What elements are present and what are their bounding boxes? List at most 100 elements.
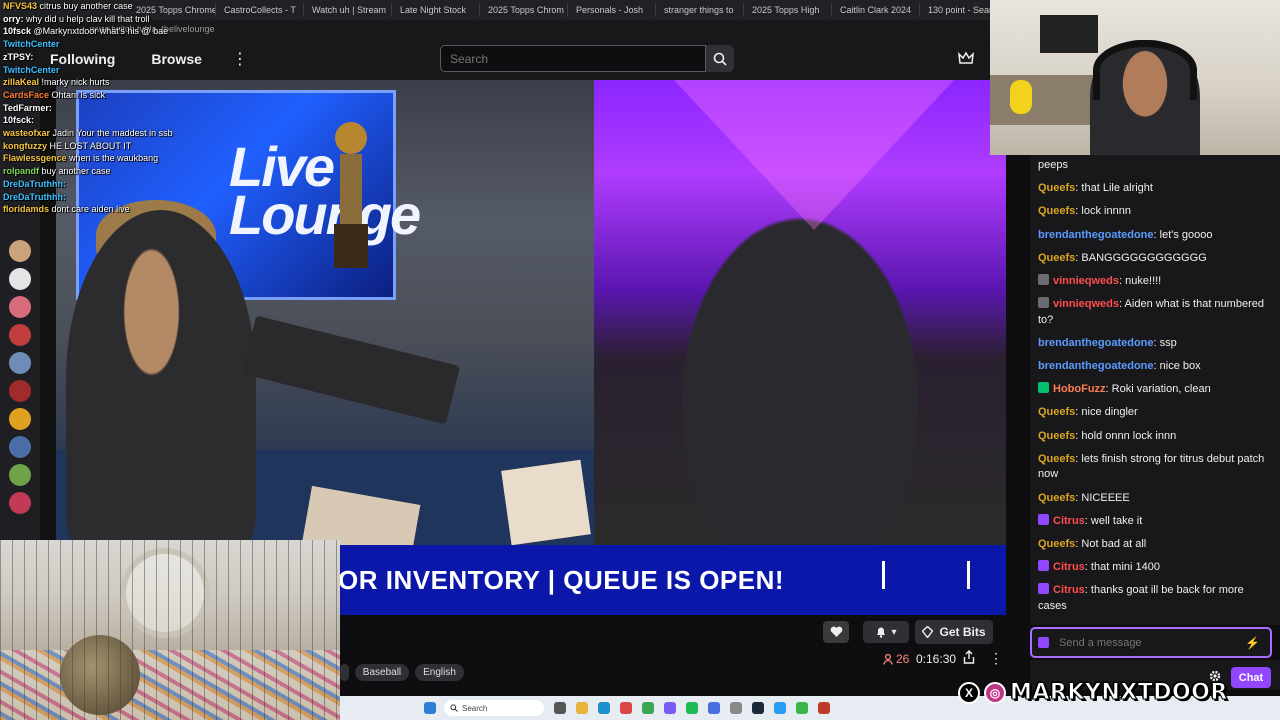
wall-tv	[1040, 15, 1098, 53]
app-icon[interactable]	[708, 702, 720, 714]
channel-avatar[interactable]	[9, 408, 31, 430]
chat-message: Queefs: that Lile alright	[1038, 182, 1153, 195]
overlay-chat-text: @Markynxtdoor what's his @ bae	[33, 26, 169, 37]
ticker-divider	[882, 561, 885, 589]
chat-username[interactable]: vinnieqweds	[1053, 275, 1119, 287]
browser-tab[interactable]: Personals - Josh	[570, 3, 656, 17]
follow-button[interactable]	[823, 621, 849, 643]
chat-message: Queefs: nice dingler	[1038, 406, 1138, 419]
overlay-chat-line: TwitchCenter	[3, 38, 180, 51]
chat-username[interactable]: Queefs	[1038, 538, 1075, 550]
overlay-chat-text: !marky nick hurts	[41, 77, 110, 88]
tag-chip[interactable]: English	[415, 664, 464, 681]
app-icon[interactable]	[796, 702, 808, 714]
chat-message-text: nice dingler	[1081, 406, 1138, 419]
emote-picker-icon[interactable]: ⚡	[1245, 636, 1260, 650]
overlay-chat-line: NFVS43 citrus buy another case	[3, 0, 180, 13]
channel-avatar[interactable]	[9, 436, 31, 458]
search-input[interactable]	[440, 45, 706, 72]
chat-username[interactable]: brendanthegoatedone	[1038, 337, 1154, 349]
search-button[interactable]	[706, 45, 734, 72]
chat-input-box[interactable]: ⚡	[1030, 627, 1272, 658]
channel-avatar[interactable]	[9, 268, 31, 290]
browser-tab[interactable]: CastroCollects - T	[218, 3, 304, 17]
cage-bars	[0, 540, 340, 720]
steam-icon[interactable]	[752, 702, 764, 714]
browser-tab[interactable]: 2025 Topps Chrom	[482, 3, 568, 17]
file-explorer-icon[interactable]	[576, 702, 588, 714]
task-view-icon[interactable]	[554, 702, 566, 714]
channel-avatar[interactable]	[9, 464, 31, 486]
tag-chip[interactable]: Baseball	[354, 664, 410, 681]
edge-icon[interactable]	[598, 702, 610, 714]
overlay-chat-line: floridamds dont care aiden live	[3, 203, 180, 216]
minion-figure	[1010, 80, 1032, 114]
overlay-chat-text: buy another case	[41, 166, 111, 177]
chat-username[interactable]: Queefs	[1038, 453, 1075, 465]
browser-tab[interactable]: Late Night Stock	[394, 3, 480, 17]
windows-start-icon[interactable]	[424, 702, 436, 714]
chat-message-input[interactable]	[1059, 636, 1239, 649]
chat-panel: peeps Queefs: that Lile alright Queefs: lo…	[1030, 155, 1280, 625]
chat-username[interactable]: brendanthegoatedone	[1038, 229, 1154, 241]
taskbar-search-label: Search	[462, 703, 488, 713]
chat-username[interactable]: brendanthegoatedone	[1038, 360, 1154, 372]
notifications-button[interactable]: ▾	[863, 621, 909, 643]
chat-username[interactable]: Queefs	[1038, 406, 1075, 418]
chat-message: Citrus: well take it	[1030, 513, 1280, 530]
chat-username[interactable]: Queefs	[1038, 430, 1075, 442]
overlay-chat-username: TedFarmer:	[3, 102, 52, 113]
prime-crown-icon[interactable]	[958, 51, 974, 65]
overlay-chat-username: DreDaTruthhh:	[3, 191, 66, 202]
browser-tab[interactable]: Watch uh | Stream	[306, 3, 392, 17]
channel-avatar[interactable]	[9, 296, 31, 318]
more-actions-icon[interactable]: ⋮	[989, 650, 1003, 667]
taskbar-search[interactable]: Search	[444, 700, 544, 716]
overlay-chat-line: 10fsck @Markynxtdoor what's his @ bae	[3, 25, 180, 38]
spotify-icon[interactable]	[686, 702, 698, 714]
chat-username[interactable]: Queefs	[1038, 252, 1075, 264]
overlay-chat-username: TwitchCenter	[3, 64, 60, 75]
app-icon[interactable]	[774, 702, 786, 714]
chat-username[interactable]: HoboFuzz	[1053, 383, 1106, 395]
overlay-chat-line: zTPSY:	[3, 51, 180, 64]
stream-tags: Baseball English	[340, 664, 464, 681]
channel-avatar[interactable]	[9, 240, 31, 262]
overlay-chat-line: 10fsck:	[3, 114, 180, 127]
chat-badge-icon	[1038, 273, 1049, 285]
get-bits-button[interactable]: Get Bits	[915, 620, 993, 644]
chat-username[interactable]: Citrus	[1053, 561, 1085, 573]
chat-message: peeps	[1030, 158, 1280, 174]
channel-avatar[interactable]	[9, 492, 31, 514]
app-icon[interactable]	[664, 702, 676, 714]
share-icon[interactable]	[963, 650, 975, 664]
chrome-icon[interactable]	[642, 702, 654, 714]
app-icon[interactable]	[818, 702, 830, 714]
chat-username[interactable]: Queefs	[1038, 492, 1075, 504]
search-bar	[440, 45, 734, 72]
browser-tab[interactable]: 2025 Topps High	[746, 3, 832, 17]
chat-username[interactable]: Queefs	[1038, 205, 1075, 217]
overlay-chat-line: orry: why did u help clav kill that trol…	[3, 13, 180, 26]
browser-tab[interactable]: Caitlin Clark 2024	[834, 3, 920, 17]
overlay-chat-username: CardsFace	[3, 89, 50, 100]
chat-send-button[interactable]: Chat	[1231, 667, 1271, 688]
tag-chip-partial[interactable]	[340, 664, 349, 681]
chat-message-text: BANGGGGGGGGGGGG	[1081, 251, 1207, 264]
browser-tab[interactable]: stranger things to	[658, 3, 744, 17]
chat-username[interactable]: Citrus	[1053, 515, 1085, 527]
chat-message: brendanthegoatedone: nice box	[1038, 360, 1201, 373]
app-icon[interactable]	[620, 702, 632, 714]
channel-avatar[interactable]	[9, 324, 31, 346]
settings-icon[interactable]	[730, 702, 742, 714]
chat-message-text: that Lile alright	[1081, 182, 1153, 195]
chat-message-text: Roki variation, clean	[1111, 383, 1211, 396]
overlay-chat-line: kongfuzzy HE LOST ABOUT IT	[3, 140, 180, 153]
channel-avatar[interactable]	[9, 352, 31, 374]
channel-avatar[interactable]	[9, 380, 31, 402]
video-player[interactable]: Live Lounge OR INVENTORY | QUEUE IS OPEN…	[40, 80, 1006, 615]
more-options-icon[interactable]: ⋮	[232, 49, 248, 69]
chat-username[interactable]: Citrus	[1053, 584, 1085, 596]
chat-username[interactable]: Queefs	[1038, 182, 1075, 194]
chat-username[interactable]: vinnieqweds	[1053, 298, 1119, 310]
